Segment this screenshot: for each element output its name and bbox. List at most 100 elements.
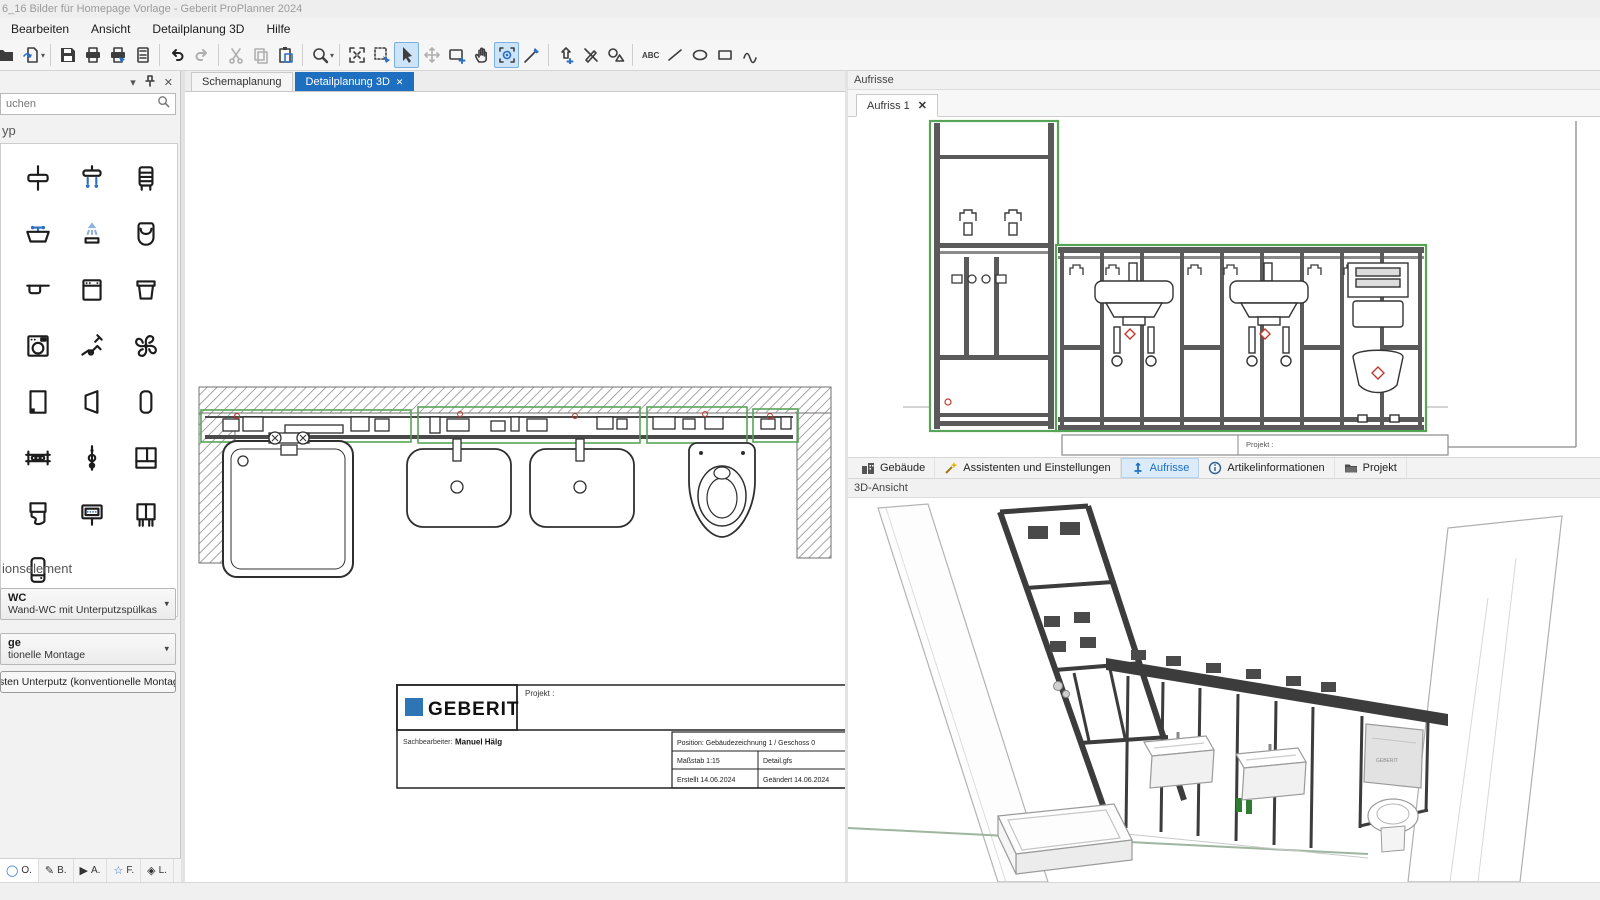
symbol-shower-head-icon[interactable]	[75, 161, 109, 195]
wc-select-value: Wand-WC mit Unterputzspülkasten, Betä	[8, 604, 157, 616]
undo-icon[interactable]	[164, 42, 189, 68]
pen-icon: ✎	[45, 864, 54, 877]
menu-ansicht[interactable]: Ansicht	[80, 19, 141, 39]
symbol-grid	[0, 143, 178, 617]
svg-text:Erstellt 14.06.2024: Erstellt 14.06.2024	[677, 777, 735, 784]
calculator-icon[interactable]	[130, 42, 155, 68]
menu-hilfe[interactable]: Hilfe	[255, 19, 301, 39]
elevation-title-block: Projekt :	[1062, 435, 1448, 455]
line-icon[interactable]	[662, 42, 687, 68]
symbol-tap-connection-icon[interactable]	[75, 329, 109, 363]
symbol-partition-panel-icon[interactable]	[21, 385, 55, 419]
symbol-pipe-bracket-icon[interactable]	[21, 441, 55, 475]
symbol-valve-set-icon[interactable]	[75, 441, 109, 475]
symbol-bathtub-icon[interactable]	[21, 217, 55, 251]
toolbar-separator	[218, 44, 219, 66]
measure-icon[interactable]	[494, 42, 519, 68]
rectangle-icon[interactable]	[712, 42, 737, 68]
symbol-urinal-icon[interactable]	[75, 385, 109, 419]
view3d-panel-header: 3D-Ansicht	[848, 479, 1600, 498]
zoom-dropdown-caret[interactable]: ▾	[330, 51, 334, 60]
shapes-icon[interactable]	[603, 42, 628, 68]
montage-select[interactable]: ge tionelle Montage ▾	[0, 633, 176, 665]
plan-drawing[interactable]: GEBERIT Projekt : Sachbearbeiter: Manuel…	[185, 92, 845, 882]
view3d-viewport[interactable]: GEBERIT	[848, 498, 1600, 882]
mini-tab-a[interactable]: ▶A.	[74, 859, 108, 882]
symbol-ventilator-icon[interactable]	[129, 329, 163, 363]
plan-wc	[689, 443, 755, 537]
mini-tab-o[interactable]: ◯O.	[0, 859, 39, 882]
elevation-view[interactable]: Projekt :	[848, 117, 1600, 457]
move-icon[interactable]	[419, 42, 444, 68]
tab-assistenten[interactable]: Assistenten und Einstellungen	[935, 458, 1120, 478]
tab-artikelinformationen[interactable]: Artikelinformationen	[1199, 458, 1334, 478]
move-up-icon[interactable]	[553, 42, 578, 68]
pan-view-icon[interactable]	[444, 42, 469, 68]
right-panel-tab-bar: Gebäude Assistenten und Einstellungen Au…	[848, 457, 1600, 479]
zoom-area-icon[interactable]	[369, 42, 394, 68]
symbol-dishwasher-icon[interactable]	[75, 273, 109, 307]
mini-tab-b[interactable]: ✎B.	[39, 859, 74, 882]
import-dropdown-caret[interactable]: ▾	[41, 51, 45, 60]
symbol-wall-wc-icon[interactable]	[129, 217, 163, 251]
symbol-sink-icon[interactable]	[21, 273, 55, 307]
symbol-cabinet-window-icon[interactable]	[129, 441, 163, 475]
elevation-wide-frame	[1056, 245, 1426, 431]
paste-icon[interactable]	[273, 42, 298, 68]
save-icon[interactable]	[55, 42, 80, 68]
symbol-stop-valve-icon[interactable]	[21, 161, 55, 195]
ellipse-icon[interactable]	[687, 42, 712, 68]
tab-aufriss-1[interactable]: Aufriss 1 ✕	[856, 94, 938, 117]
plan-washbasin-1	[407, 439, 511, 527]
search-icon[interactable]	[157, 95, 175, 113]
tab-schemaplanung[interactable]: Schemaplanung	[191, 72, 293, 91]
variant-button[interactable]: kasten Unterputz (konventionelle Montage…	[0, 671, 176, 693]
symbol-waste-container-icon[interactable]	[129, 273, 163, 307]
wc-type-select[interactable]: WC Wand-WC mit Unterputzspülkasten, Betä…	[0, 588, 176, 620]
panel-dropdown-icon[interactable]: ▾	[130, 76, 136, 89]
play-icon: ▶	[80, 864, 88, 877]
menu-bearbeiten[interactable]: Bearbeiten	[0, 19, 80, 39]
draw-edit-icon[interactable]	[519, 42, 544, 68]
copy-icon[interactable]	[248, 42, 273, 68]
polyline-icon[interactable]	[737, 42, 762, 68]
svg-text:Projekt :: Projekt :	[525, 689, 554, 698]
redo-icon[interactable]	[189, 42, 214, 68]
tab-projekt[interactable]: Projekt	[1335, 458, 1407, 478]
mini-tab-f[interactable]: ☆F.	[107, 859, 141, 882]
montage-select-title: ge	[8, 637, 157, 649]
symbol-washing-machine-icon[interactable]	[21, 329, 55, 363]
menu-detailplanung-3d[interactable]: Detailplanung 3D	[141, 19, 255, 39]
search-input[interactable]	[1, 98, 157, 110]
fit-view-icon[interactable]	[344, 42, 369, 68]
chevron-down-icon: ▾	[164, 644, 169, 655]
cut-icon[interactable]	[223, 42, 248, 68]
symbol-column-icon[interactable]	[129, 385, 163, 419]
tab-aufrisse[interactable]: Aufrisse	[1121, 458, 1200, 478]
grab-hand-icon[interactable]	[469, 42, 494, 68]
symbol-manifold-icon[interactable]	[129, 497, 163, 531]
toolbar-separator	[548, 44, 549, 66]
print-icon[interactable]	[80, 42, 105, 68]
select-pointer-icon[interactable]	[394, 42, 419, 68]
close-panel-icon[interactable]: ✕	[164, 76, 173, 89]
zoom-icon[interactable]	[307, 42, 332, 68]
no-freehand-icon[interactable]	[578, 42, 603, 68]
symbol-shower-spray-icon[interactable]	[75, 217, 109, 251]
symbol-control-display-icon[interactable]	[75, 497, 109, 531]
close-tab-icon[interactable]: ✕	[396, 77, 404, 88]
close-tab-icon[interactable]: ✕	[918, 99, 927, 112]
import-document-icon[interactable]	[18, 42, 43, 68]
pin-icon[interactable]	[145, 75, 155, 90]
symbol-radiator-icon[interactable]	[129, 161, 163, 195]
symbol-cistern-module-icon[interactable]	[21, 497, 55, 531]
open-folder-icon[interactable]	[0, 42, 18, 68]
wc-select-title: WC	[8, 592, 157, 604]
toolbar-separator	[159, 44, 160, 66]
mini-tab-l1[interactable]: ◈L.	[141, 859, 174, 882]
tab-detailplanung-3d[interactable]: Detailplanung 3D✕	[295, 72, 415, 91]
title-block: GEBERIT Projekt : Sachbearbeiter: Manuel…	[397, 685, 845, 788]
tab-gebaeude[interactable]: Gebäude	[852, 458, 935, 478]
print-preview-icon[interactable]	[105, 42, 130, 68]
text-abc-icon[interactable]: ABC	[637, 42, 662, 68]
